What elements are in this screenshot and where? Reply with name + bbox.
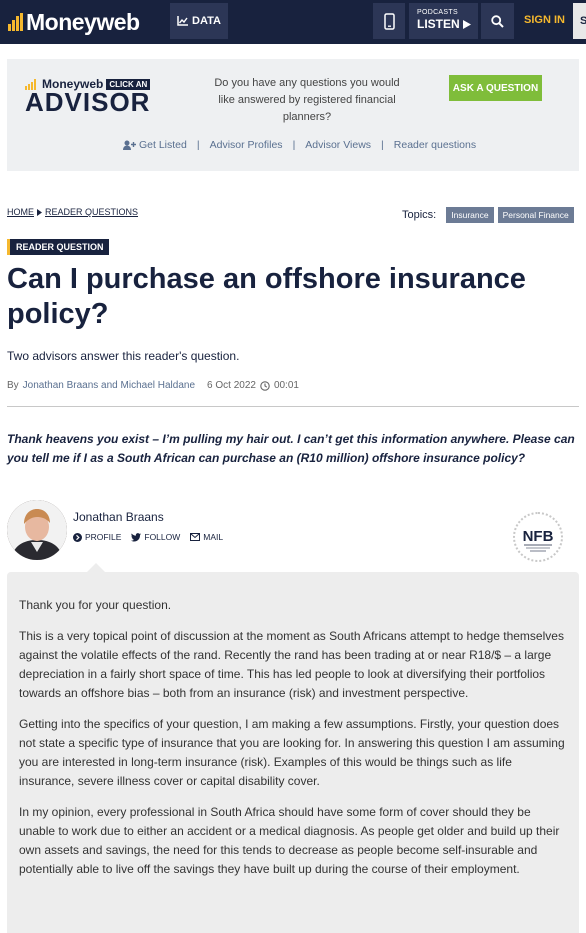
moneyweb-logo[interactable]: Moneyweb — [8, 9, 140, 35]
follow-label: FOLLOW — [144, 532, 181, 542]
link-separator: | — [292, 139, 296, 151]
top-navigation: Moneyweb DATA PODCASTS LISTEN SIGN IN S — [0, 0, 586, 44]
podcasts-button[interactable]: PODCASTS LISTEN — [409, 3, 478, 39]
arrow-circle-icon — [73, 532, 82, 542]
mail-label: MAIL — [203, 532, 224, 542]
advisor-portrait-icon — [7, 500, 67, 560]
get-listed-link[interactable]: Get Listed — [123, 139, 187, 151]
topics: Topics: Insurance Personal Finance — [402, 207, 574, 223]
click-an-advisor-banner: Moneyweb CLICK AN ADVISOR Do you have an… — [7, 59, 579, 171]
topic-tag-personal-finance[interactable]: Personal Finance — [497, 207, 574, 223]
breadcrumb: HOME READER QUESTIONS — [7, 207, 138, 217]
get-listed-label: Get Listed — [139, 139, 187, 151]
search-icon — [491, 14, 504, 28]
logo-bars-icon — [8, 13, 24, 31]
byline-prefix: By — [7, 380, 19, 391]
nfb-logo-icon: NFB — [523, 528, 554, 552]
phone-icon — [383, 12, 395, 30]
advisor-name[interactable]: Jonathan Braans — [73, 510, 164, 524]
advisor-avatar[interactable] — [7, 500, 67, 560]
byline-authors[interactable]: Jonathan Braans and Michael Haldane — [23, 380, 195, 391]
link-separator: | — [196, 139, 200, 151]
data-button[interactable]: DATA — [170, 3, 228, 39]
clock-icon — [260, 380, 270, 391]
answer-paragraph: This is a very topical point of discussi… — [19, 629, 564, 700]
profile-label: PROFILE — [85, 532, 122, 542]
breadcrumb-reader-questions[interactable]: READER QUESTIONS — [45, 207, 138, 217]
topic-tag-insurance[interactable]: Insurance — [446, 207, 494, 223]
click-an-advisor-logo[interactable]: Moneyweb CLICK AN ADVISOR — [25, 77, 151, 117]
play-icon — [462, 19, 471, 29]
follow-link[interactable]: FOLLOW — [131, 532, 180, 542]
header-divider — [7, 406, 579, 407]
nfb-badge-logo: NFB — [513, 512, 563, 562]
answer-paragraph: Thank you for your question. — [19, 598, 172, 612]
reader-question-text: Thank heavens you exist – I’m pulling my… — [7, 432, 575, 465]
byline: By Jonathan Braans and Michael Haldane 6… — [7, 380, 299, 391]
twitter-icon — [131, 532, 142, 541]
mobile-app-button[interactable] — [373, 3, 405, 39]
breadcrumb-home[interactable]: HOME — [7, 207, 34, 217]
advisor-prompt-text: Do you have any questions you would like… — [214, 77, 400, 123]
caret-right-icon — [37, 208, 42, 216]
advisor-logo-big: ADVISOR — [25, 87, 151, 117]
search-button[interactable] — [481, 3, 514, 39]
advisor-links: Get Listed | Advisor Profiles | Advisor … — [123, 139, 476, 151]
answer-paragraph: In my opinion, every professional in Sou… — [19, 805, 560, 876]
advisor-profiles-link[interactable]: Advisor Profiles — [210, 139, 283, 151]
article-subtitle: Two advisors answer this reader's questi… — [7, 349, 240, 363]
profile-link[interactable]: PROFILE — [73, 532, 121, 542]
advisor-views-link[interactable]: Advisor Views — [305, 139, 371, 151]
reader-questions-link[interactable]: Reader questions — [394, 139, 476, 151]
answer-paragraph: Getting into the specifics of your quest… — [19, 717, 565, 788]
publish-time: 00:01 — [273, 380, 299, 391]
mail-link[interactable]: MAIL — [190, 532, 223, 542]
listen-label: LISTEN — [417, 17, 460, 31]
publish-date: 6 Oct 2022 — [207, 380, 256, 391]
logo-text: Moneyweb — [26, 8, 140, 35]
ask-a-question-button[interactable]: ASK A QUESTION — [449, 75, 542, 101]
data-label: DATA — [192, 15, 221, 27]
mail-icon — [190, 533, 201, 541]
link-separator: | — [381, 139, 384, 151]
subscribe-button[interactable]: S — [573, 3, 586, 39]
sign-in-link[interactable]: SIGN IN — [524, 14, 565, 26]
podcasts-small-label: PODCASTS — [417, 9, 458, 16]
advisor-answer: Thank you for your question. This is a v… — [7, 572, 579, 933]
add-user-icon — [123, 140, 136, 150]
chart-icon — [177, 16, 189, 26]
nfb-text: NFB — [523, 528, 554, 545]
topics-label: Topics: — [402, 209, 437, 221]
page-title: Can I purchase an offshore insurance pol… — [7, 263, 526, 330]
advisor-actions: PROFILE FOLLOW MAIL — [73, 532, 223, 542]
reader-question-badge: READER QUESTION — [7, 239, 109, 255]
